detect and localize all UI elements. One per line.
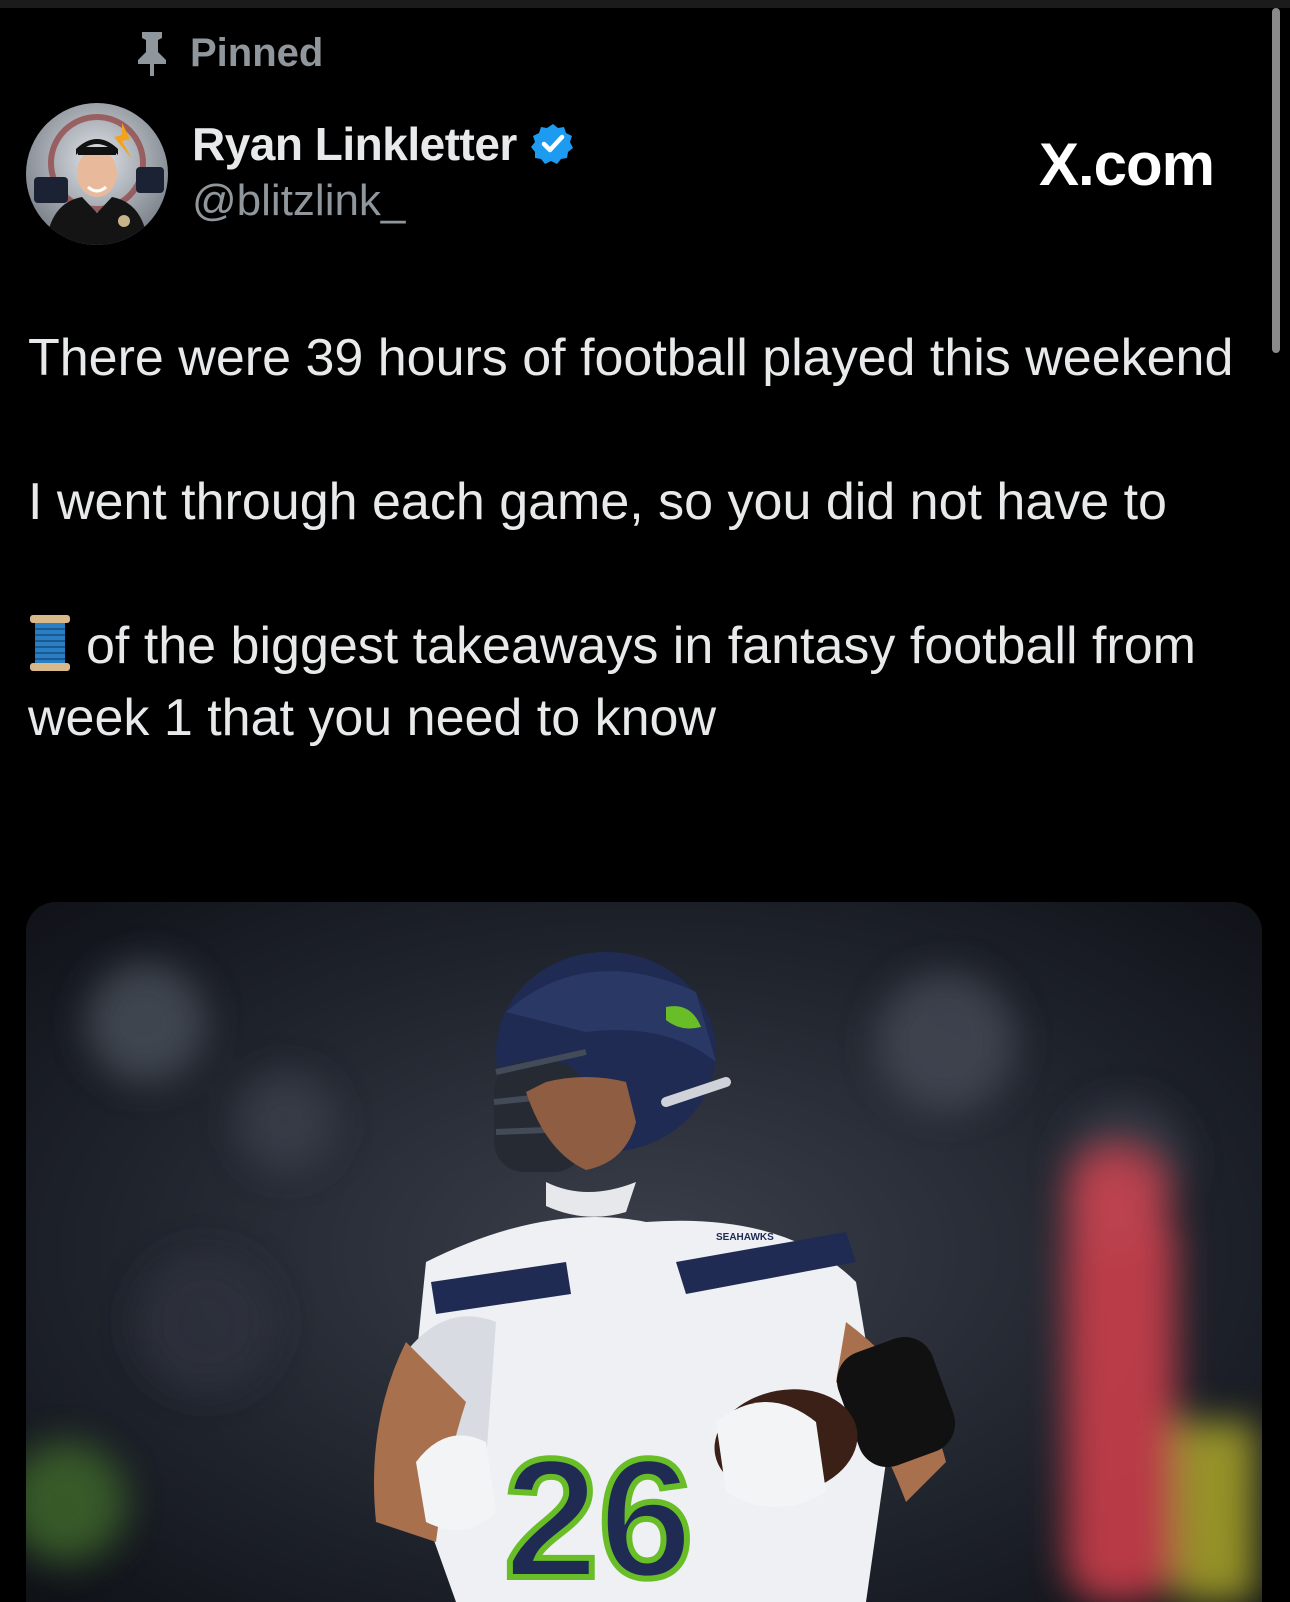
tweet-paragraph-3-text: of the biggest takeaways in fantasy foot… — [28, 617, 1196, 747]
pinned-indicator: Pinned — [132, 28, 323, 78]
tweet-media-image[interactable]: SEAHAWKS 26 — [26, 902, 1262, 1602]
pinned-label: Pinned — [190, 30, 324, 75]
top-edge-bar — [0, 0, 1290, 8]
tweet-paragraph-3: of the biggest takeaways in fantasy foot… — [28, 610, 1248, 754]
tweet-text: There were 39 hours of football played t… — [28, 322, 1248, 754]
football-player-photo: SEAHAWKS 26 — [26, 902, 1262, 1602]
source-label: X.com — [1038, 131, 1215, 198]
scrollbar[interactable] — [1272, 8, 1280, 353]
author-name-row: Ryan Linkletter — [192, 117, 575, 171]
author-handle[interactable]: @blitzlink_ — [192, 176, 405, 226]
verified-badge-icon[interactable] — [530, 122, 575, 166]
author-display-name[interactable]: Ryan Linkletter — [192, 117, 517, 171]
thread-spool-icon — [30, 615, 70, 671]
tweet-paragraph-1: There were 39 hours of football played t… — [28, 329, 1234, 387]
avatar[interactable] — [26, 103, 168, 245]
jersey-number: 26 — [504, 1424, 693, 1602]
avatar-image — [26, 103, 168, 245]
tweet-paragraph-2: I went through each game, so you did not… — [28, 473, 1167, 531]
jersey-team-text: SEAHAWKS — [716, 1232, 774, 1243]
pin-icon — [138, 32, 166, 76]
